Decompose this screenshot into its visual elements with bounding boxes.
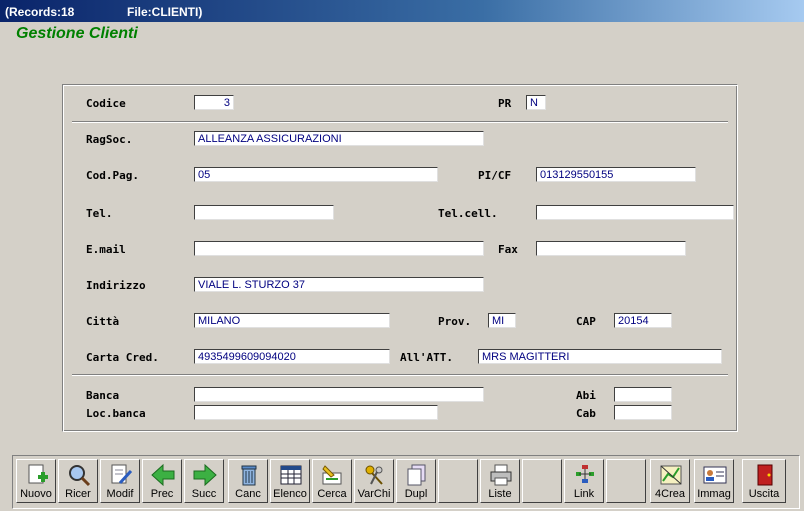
ricer-label: Ricer: [65, 488, 91, 500]
table-icon: [280, 465, 302, 485]
ragsoc-field[interactable]: ALLEANZA ASSICURAZIONI: [194, 131, 484, 146]
citta-label: Città: [86, 315, 120, 328]
picf-label: PI/CF: [478, 169, 512, 182]
cerca-label: Cerca: [317, 488, 347, 500]
search-list-icon: [322, 465, 342, 485]
locbanca-label: Loc.banca: [86, 407, 146, 420]
magnifier-icon: [69, 465, 91, 487]
page-title: Gestione Clienti: [16, 25, 138, 42]
records-count: (Records:18: [5, 5, 75, 19]
allatt-label: All'ATT.: [400, 351, 453, 364]
locbanca-field[interactable]: [194, 405, 438, 420]
codpag-field[interactable]: 05: [194, 167, 438, 182]
trash-icon: [241, 465, 257, 486]
telcell-field[interactable]: [536, 205, 734, 220]
picf-field[interactable]: 013129550155: [536, 167, 696, 182]
banca-label: Banca: [86, 389, 120, 402]
link-button[interactable]: Link: [564, 459, 604, 503]
arrow-right-icon: [193, 463, 217, 487]
crea4-button[interactable]: 4Crea: [650, 459, 690, 503]
telcell-label: Tel.cell.: [438, 207, 498, 220]
chart-create-icon: [660, 465, 682, 485]
fax-label: Fax: [498, 243, 518, 256]
pr-field[interactable]: N: [526, 95, 546, 110]
canc-label: Canc: [235, 488, 261, 500]
exit-door-icon: [757, 464, 773, 486]
indirizzo-field[interactable]: VIALE L. STURZO 37: [194, 277, 484, 292]
tel-label: Tel.: [86, 207, 113, 220]
succ-label: Succ: [191, 488, 217, 500]
pr-label: PR: [498, 97, 512, 110]
allatt-field[interactable]: MRS MAGITTERI: [478, 349, 722, 364]
prec-label: Prec: [150, 488, 174, 500]
liste-label: Liste: [488, 488, 512, 500]
cap-label: CAP: [576, 315, 596, 328]
immag-button[interactable]: Immag: [694, 459, 734, 503]
prec-button[interactable]: Prec: [142, 459, 182, 503]
cap-field[interactable]: 20154: [614, 313, 672, 328]
ragsoc-label: RagSoc.: [86, 133, 133, 146]
ricer-button[interactable]: Ricer: [58, 459, 98, 503]
dupl-label: Dupl: [404, 488, 428, 500]
link-tree-icon: [576, 465, 594, 483]
indirizzo-label: Indirizzo: [86, 279, 146, 292]
file-name: File:CLIENTI): [127, 5, 203, 19]
elenco-label: Elenco: [273, 488, 307, 500]
varchi-button[interactable]: VarChi: [354, 459, 394, 503]
dupl-button[interactable]: Dupl: [396, 459, 436, 503]
citta-field[interactable]: MILANO: [194, 313, 390, 328]
email-label: E.mail: [86, 243, 126, 256]
crea4-label: 4Crea: [655, 488, 685, 500]
codice-field[interactable]: 3: [194, 95, 234, 110]
toolbar-empty-2: [522, 459, 562, 503]
fax-field[interactable]: [536, 241, 686, 256]
uscita-button[interactable]: Uscita: [742, 459, 786, 503]
immag-label: Immag: [697, 488, 731, 500]
prov-label: Prov.: [438, 315, 472, 328]
cartacred-label: Carta Cred.: [86, 351, 159, 364]
link-label: Link: [573, 488, 595, 500]
canc-button[interactable]: Canc: [228, 459, 268, 503]
separator-top: [72, 121, 728, 123]
edit-document-icon: [111, 464, 133, 485]
duplicate-icon: [407, 464, 426, 486]
toolbar-empty-1: [438, 459, 478, 503]
abi-field[interactable]: [614, 387, 672, 402]
elenco-button[interactable]: Elenco: [270, 459, 310, 503]
cab-label: Cab: [576, 407, 596, 420]
prov-field[interactable]: MI: [488, 313, 516, 328]
banca-field[interactable]: [194, 387, 484, 402]
new-document-icon: [28, 464, 48, 484]
cab-field[interactable]: [614, 405, 672, 420]
codice-label: Codice: [86, 97, 126, 110]
codpag-label: Cod.Pag.: [86, 169, 139, 182]
nuovo-button[interactable]: Nuovo: [16, 459, 56, 503]
printer-icon: [490, 464, 512, 486]
modif-button[interactable]: Modif: [100, 459, 140, 503]
keys-icon: [365, 465, 383, 485]
email-field[interactable]: [194, 241, 484, 256]
varchi-label: VarChi: [357, 488, 391, 500]
uscita-label: Uscita: [748, 488, 780, 500]
toolbar-empty-3: [606, 459, 646, 503]
cartacred-field[interactable]: 4935499609094020: [194, 349, 390, 364]
tel-field[interactable]: [194, 205, 334, 220]
modif-label: Modif: [106, 488, 134, 500]
cerca-button[interactable]: Cerca: [312, 459, 352, 503]
id-card-icon: [703, 466, 727, 484]
arrow-left-icon: [151, 463, 175, 487]
liste-button[interactable]: Liste: [480, 459, 520, 503]
nuovo-label: Nuovo: [20, 488, 52, 500]
separator-bottom: [72, 374, 728, 376]
succ-button[interactable]: Succ: [184, 459, 224, 503]
title-bar: (Records:18 File:CLIENTI): [0, 0, 804, 22]
abi-label: Abi: [576, 389, 596, 402]
